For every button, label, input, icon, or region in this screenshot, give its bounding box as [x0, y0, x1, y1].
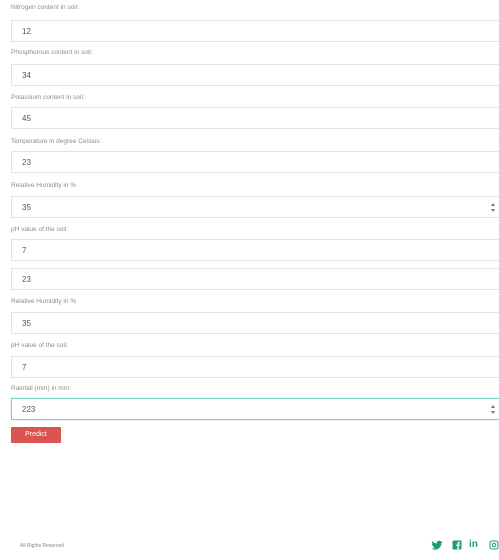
nitrogen-value: 12 — [22, 27, 31, 36]
temperature-duplicate-value: 23 — [22, 275, 31, 284]
temperature-label: Temperature in degree Celsius: — [11, 138, 102, 145]
copyright-text: All Rights Reserved — [20, 543, 64, 549]
humidity-value: 35 — [22, 203, 31, 212]
temperature-input[interactable]: 23 — [11, 151, 499, 173]
ph-input[interactable]: 7 — [11, 239, 499, 261]
ph-duplicate-value: 7 — [22, 363, 27, 372]
phosphorous-value: 34 — [22, 71, 31, 80]
rainfall-input[interactable]: 223 — [11, 398, 499, 420]
potassium-label: Potassium content in soil: — [11, 94, 85, 101]
nitrogen-input[interactable]: 12 — [11, 20, 499, 42]
ph-label-duplicate: pH value of the soil: — [11, 342, 69, 349]
nitrogen-label: Nitrogen content in soil: — [11, 4, 79, 11]
phosphorous-label: Phosphorous content in soil: — [11, 49, 93, 56]
predict-button[interactable]: Predict — [11, 427, 61, 443]
rainfall-stepper[interactable] — [491, 405, 496, 415]
rainfall-value: 223 — [22, 405, 36, 414]
humidity-input-duplicate[interactable]: 35 — [11, 312, 499, 334]
ph-input-duplicate[interactable]: 7 — [11, 356, 499, 378]
stepper-up-icon[interactable] — [491, 203, 495, 206]
crop-prediction-page: Nitrogen content in soil: 12 Phosphorous… — [0, 0, 499, 560]
stepper-down-icon[interactable] — [491, 208, 495, 212]
temperature-value: 23 — [22, 158, 31, 167]
linkedin-icon[interactable]: in — [469, 538, 478, 552]
potassium-value: 45 — [22, 114, 31, 123]
phosphorous-input[interactable]: 34 — [11, 64, 499, 86]
humidity-duplicate-value: 35 — [22, 319, 31, 328]
rainfall-label: Rainfall (mm) in mm: — [11, 385, 71, 392]
humidity-input[interactable]: 35 — [11, 196, 499, 218]
ph-value: 7 — [22, 246, 27, 255]
stepper-up-icon[interactable] — [491, 405, 495, 408]
ph-label: pH value of the soil: — [11, 226, 69, 233]
humidity-label-duplicate: Relative Humidity in % — [11, 298, 77, 305]
humidity-label: Relative Humidity in % — [11, 182, 77, 189]
instagram-icon[interactable] — [489, 538, 499, 552]
facebook-icon[interactable] — [452, 538, 462, 552]
twitter-icon[interactable] — [431, 538, 443, 552]
humidity-stepper[interactable] — [491, 203, 496, 213]
temperature-input-duplicate[interactable]: 23 — [11, 268, 499, 290]
potassium-input[interactable]: 45 — [11, 107, 499, 129]
stepper-down-icon[interactable] — [491, 410, 495, 414]
